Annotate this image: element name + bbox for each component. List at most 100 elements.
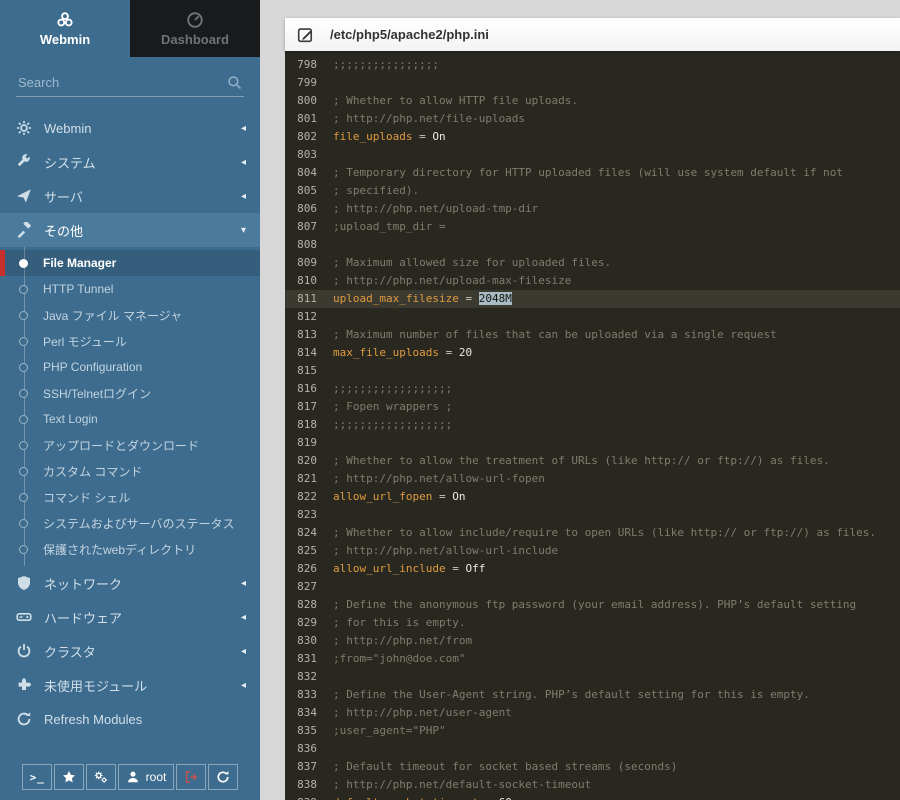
- sidebar-item-その他[interactable]: その他 ▾: [0, 213, 260, 247]
- code-line[interactable]: 829 ; for this is empty.: [285, 614, 900, 632]
- code-line[interactable]: 804 ; Temporary directory for HTTP upload…: [285, 164, 900, 182]
- code-line[interactable]: 837 ; Default timeout for socket based st…: [285, 758, 900, 776]
- submenu-item-コマンド-シェル[interactable]: コマンド シェル: [0, 484, 260, 510]
- sidebar-item-サーバ[interactable]: サーバ ◂: [0, 179, 260, 213]
- search-input[interactable]: [16, 71, 244, 97]
- submenu-item-php-configuration[interactable]: PHP Configuration: [0, 354, 260, 380]
- sidebar-item-ハードウェア[interactable]: ハードウェア ◂: [0, 600, 260, 634]
- sidebar-item-label: クラスタ: [44, 644, 96, 660]
- submenu-item-perl-モジュール[interactable]: Perl モジュール: [0, 328, 260, 354]
- code-line[interactable]: 827: [285, 578, 900, 596]
- line-text: ; http://php.net/user-agent: [333, 706, 512, 719]
- line-text: ; http://php.net/file-uploads: [333, 112, 526, 125]
- code-line[interactable]: 810 ; http://php.net/upload-max-filesize: [285, 272, 900, 290]
- line-number: 800: [297, 94, 317, 107]
- code-line[interactable]: 836: [285, 740, 900, 758]
- submenu-item-file-manager[interactable]: File Manager: [0, 250, 260, 276]
- user-button[interactable]: root: [117, 764, 175, 790]
- code-line[interactable]: 800 ; Whether to allow HTTP file uploads.: [285, 92, 900, 110]
- code-line[interactable]: 823: [285, 506, 900, 524]
- code-line[interactable]: 801 ; http://php.net/file-uploads: [285, 110, 900, 128]
- code-line[interactable]: 818;;;;;;;;;;;;;;;;;;: [285, 416, 900, 434]
- chevron-left-icon: ◂: [240, 645, 246, 657]
- code-line[interactable]: 812: [285, 308, 900, 326]
- edit-file-icon[interactable]: [297, 26, 314, 43]
- code-line[interactable]: 798;;;;;;;;;;;;;;;;: [285, 56, 900, 74]
- code-line[interactable]: 816;;;;;;;;;;;;;;;;;;: [285, 380, 900, 398]
- code-line[interactable]: 803: [285, 146, 900, 164]
- code-line[interactable]: 815: [285, 362, 900, 380]
- code-line[interactable]: 799: [285, 74, 900, 92]
- sidebar-item-label: システム: [44, 155, 96, 171]
- code-line[interactable]: 822 allow_url_fopen = On: [285, 488, 900, 506]
- code-line[interactable]: 813 ; Maximum number of files that can be…: [285, 326, 900, 344]
- code-line[interactable]: 807 ;upload_tmp_dir =: [285, 218, 900, 236]
- bullet-icon: [19, 362, 28, 372]
- tab-label: Dashboard: [161, 31, 229, 47]
- code-line[interactable]: 839 default_socket_timeout = 60: [285, 794, 900, 800]
- code-line[interactable]: 802 file_uploads = On: [285, 128, 900, 146]
- favorites-button[interactable]: [53, 764, 84, 790]
- code-line[interactable]: 833 ; Define the User-Agent string. PHP’s…: [285, 686, 900, 704]
- tab-label: Webmin: [39, 31, 91, 47]
- line-number: 815: [297, 364, 317, 377]
- sidebar-tabs: Webmin Dashboard: [0, 0, 260, 57]
- sidebar-item-未使用モジュール[interactable]: 未使用モジュール ◂: [0, 668, 260, 702]
- submenu-item-ssh/telnetログイン[interactable]: SSH/Telnetログイン: [0, 380, 260, 406]
- plane-icon: [16, 188, 32, 204]
- tab-webmin[interactable]: Webmin: [0, 0, 130, 57]
- code-line[interactable]: 826 allow_url_include = Off: [285, 560, 900, 578]
- submenu: File Manager HTTP Tunnel Java ファイル マネージャ Pe…: [0, 247, 260, 566]
- code-line[interactable]: 809 ; Maximum allowed size for uploaded f…: [285, 254, 900, 272]
- terminal-button[interactable]: >_: [21, 764, 52, 790]
- bullet-icon: [19, 414, 28, 424]
- code-line[interactable]: 814 max_file_uploads = 20: [285, 344, 900, 362]
- line-text: ; Whether to allow include/require to op…: [333, 526, 877, 539]
- submenu-item-カスタム-コマンド[interactable]: カスタム コマンド: [0, 458, 260, 484]
- code-line[interactable]: 817 ; Fopen wrappers ;: [285, 398, 900, 416]
- code-line[interactable]: 811 upload_max_filesize = 2048M: [285, 290, 900, 308]
- code-line[interactable]: 820 ; Whether to allow the treatment of U…: [285, 452, 900, 470]
- submenu-item-label: コマンド シェル: [43, 490, 131, 505]
- tab-dashboard[interactable]: Dashboard: [130, 0, 260, 57]
- submenu-item-保護されたwebディレクトリ[interactable]: 保護されたwebディレクトリ: [0, 536, 260, 562]
- code-line[interactable]: 832: [285, 668, 900, 686]
- line-text: ; Whether to allow the treatment of URLs…: [333, 454, 830, 467]
- submenu-item-システムおよびサーバのステータス[interactable]: システムおよびサーバのステータス: [0, 510, 260, 536]
- code-editor[interactable]: 798;;;;;;;;;;;;;;;; 799 800 ; Whether to al…: [285, 51, 900, 800]
- code-line[interactable]: 825 ; http://php.net/allow-url-include: [285, 542, 900, 560]
- power-icon: [16, 643, 32, 659]
- search-box: [16, 71, 244, 97]
- code-line[interactable]: 808: [285, 236, 900, 254]
- settings-button[interactable]: [85, 764, 116, 790]
- refresh-button[interactable]: [208, 764, 239, 790]
- submenu-item-アップロードとダウンロード[interactable]: アップロードとダウンロード: [0, 432, 260, 458]
- search-icon[interactable]: [227, 75, 242, 90]
- line-text: ; Default timeout for socket based strea…: [333, 760, 678, 773]
- chevron-left-icon: ◂: [240, 679, 246, 691]
- submenu-item-java-ファイル-マネージャ[interactable]: Java ファイル マネージャ: [0, 302, 260, 328]
- submenu-item-text-login[interactable]: Text Login: [0, 406, 260, 432]
- sidebar-item-ネットワーク[interactable]: ネットワーク ◂: [0, 566, 260, 600]
- logout-button[interactable]: [176, 764, 207, 790]
- code-line[interactable]: 805 ; specified).: [285, 182, 900, 200]
- code-line[interactable]: 831 ;from="john@doe.com": [285, 650, 900, 668]
- code-line[interactable]: 830 ; http://php.net/from: [285, 632, 900, 650]
- wrench-icon: [16, 154, 32, 170]
- code-line[interactable]: 821 ; http://php.net/allow-url-fopen: [285, 470, 900, 488]
- code-line[interactable]: 834 ; http://php.net/user-agent: [285, 704, 900, 722]
- code-line[interactable]: 828 ; Define the anonymous ftp password (…: [285, 596, 900, 614]
- code-line[interactable]: 806 ; http://php.net/upload-tmp-dir: [285, 200, 900, 218]
- sidebar-item-システム[interactable]: システム ◂: [0, 145, 260, 179]
- line-number: 809: [297, 256, 317, 269]
- sidebar-item-クラスタ[interactable]: クラスタ ◂: [0, 634, 260, 668]
- line-text: ;user_agent="PHP": [333, 724, 446, 737]
- sidebar-item-refresh-modules[interactable]: Refresh Modules: [0, 702, 260, 736]
- sidebar-item-webmin[interactable]: Webmin ◂: [0, 111, 260, 145]
- code-line[interactable]: 838 ; http://php.net/default-socket-timeo…: [285, 776, 900, 794]
- code-line[interactable]: 835 ;user_agent="PHP": [285, 722, 900, 740]
- line-number: 808: [297, 238, 317, 251]
- code-line[interactable]: 824 ; Whether to allow include/require to…: [285, 524, 900, 542]
- submenu-item-http-tunnel[interactable]: HTTP Tunnel: [0, 276, 260, 302]
- code-line[interactable]: 819: [285, 434, 900, 452]
